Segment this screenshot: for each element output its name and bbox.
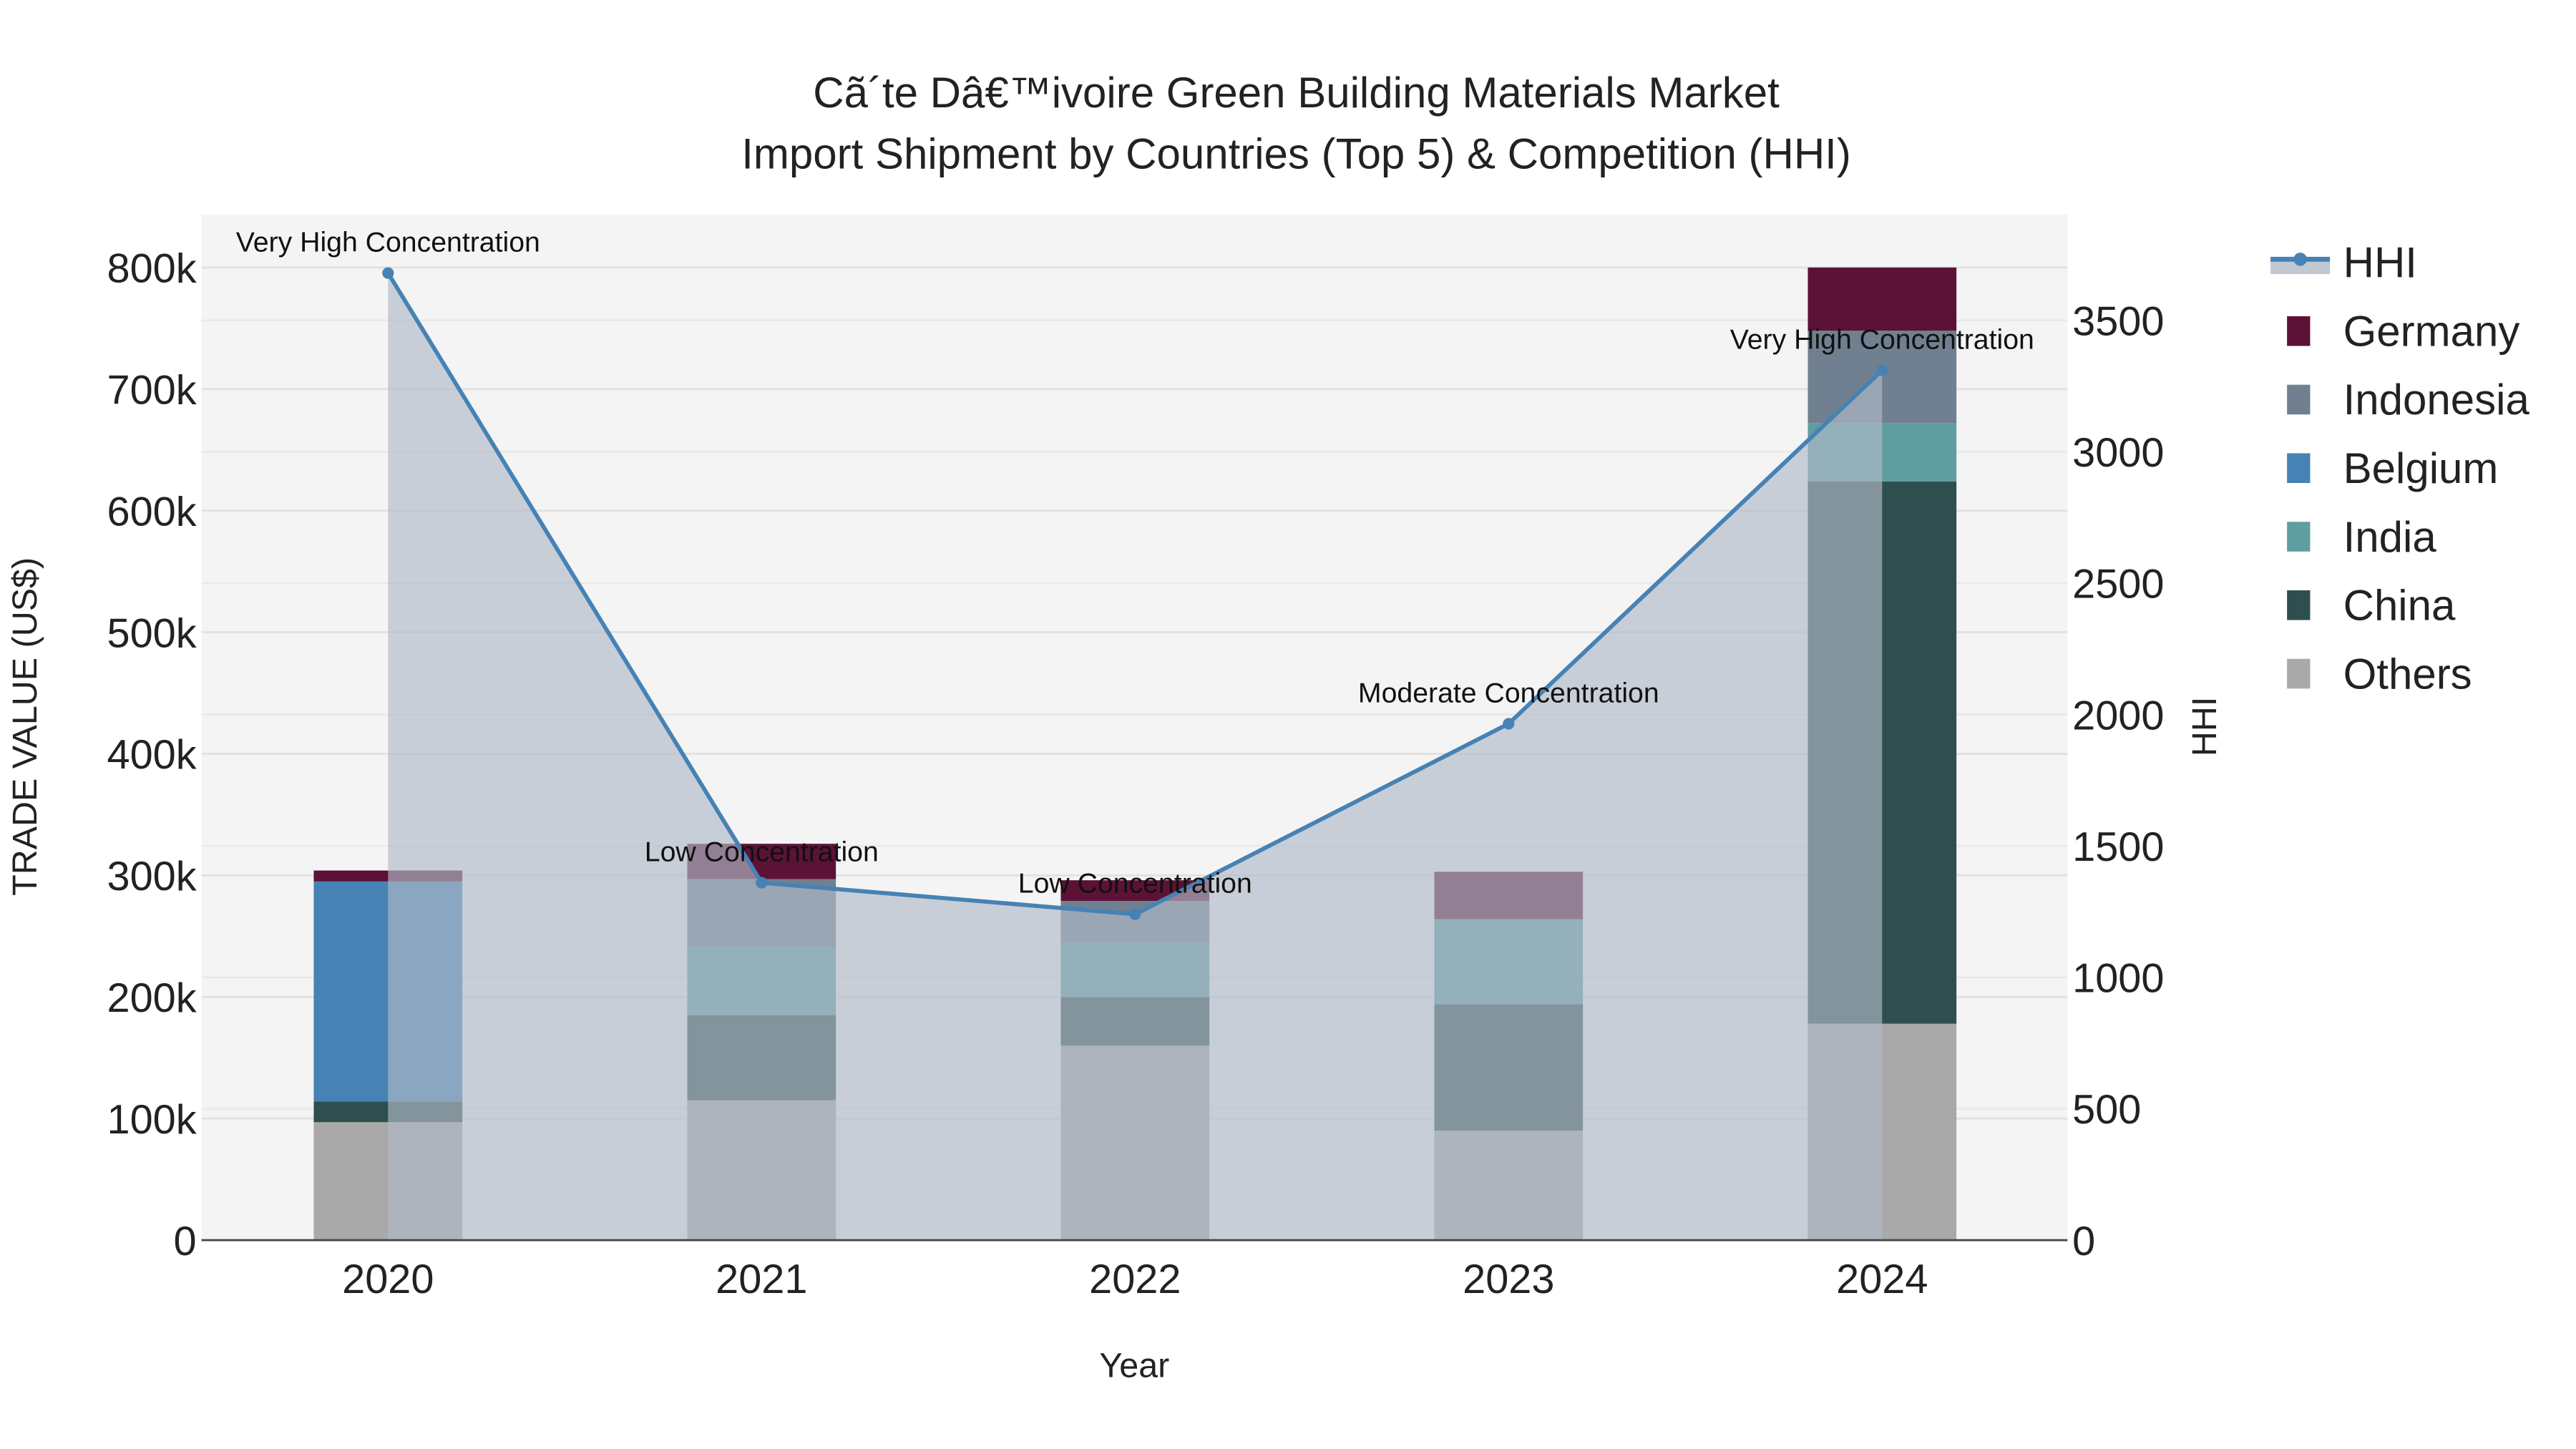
y-tick-label: 100k xyxy=(107,1097,197,1143)
hhi-point-2024 xyxy=(1876,364,1888,376)
y-tick-label: 0 xyxy=(174,1219,197,1264)
legend-label: India xyxy=(2343,513,2437,561)
y2-axis-label: HHI xyxy=(2185,697,2224,756)
y2-tick-label: 2000 xyxy=(2072,693,2164,738)
legend-label: Others xyxy=(2343,650,2472,698)
y2-tick-label: 3000 xyxy=(2072,430,2164,476)
y2-tick-label: 2500 xyxy=(2072,562,2164,608)
legend-swatch xyxy=(2287,658,2311,689)
x-tick-label: 2024 xyxy=(1836,1257,1928,1302)
chart-title-line2: Import Shipment by Countries (Top 5) & C… xyxy=(741,130,1851,177)
hhi-point-2021 xyxy=(756,877,768,889)
y-tick-label: 700k xyxy=(107,368,197,414)
y-tick-label: 500k xyxy=(107,610,197,656)
hhi-annotation: Moderate Concentration xyxy=(1358,677,1659,708)
y-tick-label: 300k xyxy=(107,854,197,899)
y-axis-label: TRADE VALUE (US$) xyxy=(6,557,44,896)
legend-label: Indonesia xyxy=(2343,376,2530,424)
legend-swatch xyxy=(2287,384,2311,415)
chart-title-line1: Cã´te Dâ€™ivoire Green Building Material… xyxy=(813,69,1780,117)
legend-label: Germany xyxy=(2343,307,2520,355)
legend-label: China xyxy=(2343,582,2456,630)
legend-swatch xyxy=(2287,522,2311,552)
y-tick-label: 600k xyxy=(107,489,197,535)
legend-hhi-marker xyxy=(2293,253,2307,266)
hhi-annotation: Very High Concentration xyxy=(1730,323,2034,355)
y-tick-label: 400k xyxy=(107,732,197,778)
y-tick-label: 800k xyxy=(107,246,197,292)
legend-swatch xyxy=(2287,316,2311,346)
hhi-point-2023 xyxy=(1503,718,1515,730)
y-tick-label: 200k xyxy=(107,975,197,1021)
x-tick-label: 2020 xyxy=(342,1257,434,1302)
legend-swatch xyxy=(2287,453,2311,483)
hhi-point-2022 xyxy=(1129,908,1141,920)
y2-tick-label: 500 xyxy=(2072,1087,2141,1133)
legend-label: Belgium xyxy=(2343,444,2499,492)
legend-swatch xyxy=(2287,590,2311,620)
hhi-annotation: Low Concentration xyxy=(1018,868,1252,899)
x-tick-label: 2023 xyxy=(1463,1257,1554,1302)
x-axis-label: Year xyxy=(1099,1347,1169,1385)
y2-tick-label: 0 xyxy=(2072,1219,2095,1264)
legend-label: HHI xyxy=(2343,239,2417,287)
hhi-annotation: Low Concentration xyxy=(645,836,879,868)
chart: Cã´te Dâ€™ivoire Green Building Material… xyxy=(0,0,2576,1449)
bar-germany-2024 xyxy=(1807,267,1957,331)
y2-tick-label: 3500 xyxy=(2072,298,2164,344)
hhi-point-2020 xyxy=(382,267,394,279)
x-tick-label: 2021 xyxy=(716,1257,807,1302)
hhi-annotation: Very High Concentration xyxy=(236,227,540,258)
x-tick-label: 2022 xyxy=(1089,1257,1181,1302)
y2-tick-label: 1500 xyxy=(2072,824,2164,870)
y2-tick-label: 1000 xyxy=(2072,956,2164,1002)
